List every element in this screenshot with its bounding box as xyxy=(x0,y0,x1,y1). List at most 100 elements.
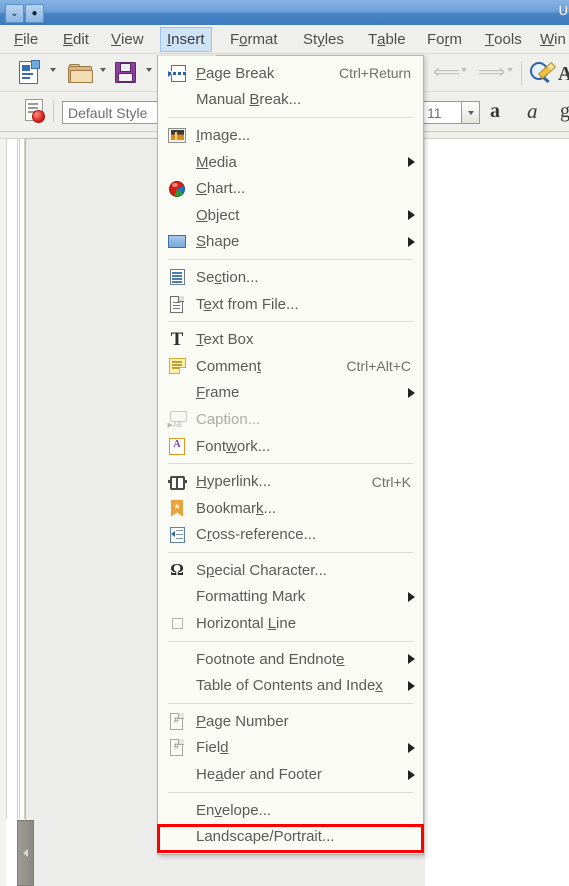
scroll-arrow-icon xyxy=(23,849,28,857)
redo-dropdown-arrow[interactable] xyxy=(507,68,513,72)
menu-item-label: Text from File... xyxy=(196,295,299,313)
menu-item-hyperlink[interactable]: Hyperlink... Ctrl+K xyxy=(158,468,423,495)
menu-item-label: Page Break xyxy=(196,64,275,82)
submenu-arrow-icon xyxy=(408,157,415,168)
menu-item-formatting-mark[interactable]: Formatting Mark xyxy=(158,584,423,611)
submenu-arrow-icon xyxy=(408,236,415,247)
submenu-arrow-icon xyxy=(408,210,415,221)
menu-item-shape[interactable]: Shape xyxy=(158,229,423,256)
menu-item-label: Landscape/Portrait... xyxy=(196,828,335,846)
menu-item-tools[interactable]: Tools xyxy=(479,27,528,52)
vertical-ruler[interactable] xyxy=(6,139,18,819)
chevron-down-icon xyxy=(467,110,474,115)
folder-open-icon xyxy=(68,63,93,83)
menu-item-shortcut: Ctrl+K xyxy=(371,473,411,490)
vertical-scrollbar-thumb[interactable] xyxy=(17,820,34,886)
window-title-bar: ⌄ ● U xyxy=(0,0,569,25)
save-button[interactable] xyxy=(115,62,136,83)
fontwork-icon: A xyxy=(158,437,196,455)
menu-item-text-from-file[interactable]: Text from File... xyxy=(158,291,423,318)
menu-item-label: Footnote and Endnote xyxy=(196,650,345,668)
new-button[interactable] xyxy=(18,60,40,84)
menu-item-horizontal-line[interactable]: Horizontal Line xyxy=(158,610,423,637)
paragraph-style-value: Default Style xyxy=(68,104,148,121)
floppy-disk-icon xyxy=(115,62,136,83)
menu-item-object[interactable]: Object xyxy=(158,202,423,229)
menu-item-label: Shape xyxy=(196,233,240,251)
menu-item-label: Chart... xyxy=(196,180,246,198)
new-document-icon xyxy=(18,60,40,84)
open-dropdown-arrow[interactable] xyxy=(100,68,106,72)
save-dropdown-arrow[interactable] xyxy=(146,68,152,72)
menu-item-label: Page Number xyxy=(196,712,289,730)
spelling-button[interactable]: A xyxy=(558,63,569,85)
font-size-input[interactable]: 11 xyxy=(422,101,462,124)
menu-item-label: Text Box xyxy=(196,331,254,349)
menu-item-footnote-and-endnote[interactable]: Footnote and Endnote xyxy=(158,646,423,673)
menu-item-landscape-portrait[interactable]: Landscape/Portrait... xyxy=(158,823,423,850)
menu-item-chart[interactable]: Chart... xyxy=(158,175,423,202)
find-replace-button[interactable] xyxy=(530,61,557,85)
page-break-icon xyxy=(158,64,196,82)
menu-separator xyxy=(168,259,413,261)
menu-item-table[interactable]: Ta ble xyxy=(362,27,412,52)
menu-item-table-of-contents-and-index[interactable]: Table of Contents and Index xyxy=(158,672,423,699)
chevron-down-icon xyxy=(461,68,467,72)
menu-item-envelope[interactable]: Envelope... xyxy=(158,797,423,824)
paragraph-style-input[interactable]: Default Style xyxy=(62,101,167,124)
menu-item-label: Media xyxy=(196,153,237,171)
insert-menu-dropdown[interactable]: Page Break Ctrl+Return Manual Break... I… xyxy=(157,55,424,856)
chart-icon xyxy=(158,180,196,197)
menu-item-field[interactable]: # Field xyxy=(158,735,423,762)
menu-item-media[interactable]: Media xyxy=(158,149,423,176)
menu-item-section[interactable]: Section... xyxy=(158,264,423,291)
menu-item-window[interactable]: Win xyxy=(534,27,569,52)
redo-arrow-icon: ⟹ xyxy=(478,62,506,83)
set-paragraph-style-button[interactable] xyxy=(24,99,45,123)
menu-separator xyxy=(168,117,413,119)
menu-item-view[interactable]: View xyxy=(105,27,150,52)
find-replace-icon xyxy=(530,61,557,85)
menu-item-bookmark[interactable]: ★ Bookmark... xyxy=(158,495,423,522)
vertical-ruler-secondary[interactable] xyxy=(19,139,25,819)
menu-item-insert[interactable]: Insert xyxy=(160,27,212,52)
menu-item-text-box[interactable]: T Text Box xyxy=(158,326,423,353)
menu-item-form[interactable]: Fo r m xyxy=(421,27,468,52)
open-button[interactable] xyxy=(68,63,93,83)
menu-item-frame[interactable]: Frame xyxy=(158,380,423,407)
menu-item-image[interactable]: Image... xyxy=(158,122,423,149)
italic-button[interactable]: a xyxy=(527,100,538,122)
undo-arrow-icon: ⟸ xyxy=(433,62,461,83)
menu-item-format[interactable]: Fo rmat xyxy=(224,27,284,52)
menu-item-styles[interactable]: St y les xyxy=(297,27,350,52)
menu-separator xyxy=(168,463,413,465)
menu-item-cross-reference[interactable]: Cross-reference... xyxy=(158,522,423,549)
comment-icon xyxy=(158,358,196,375)
menu-separator xyxy=(168,552,413,554)
font-size-dropdown-arrow[interactable] xyxy=(462,101,480,124)
shape-icon xyxy=(158,235,196,249)
menu-item-comment[interactable]: Comment Ctrl+Alt+C xyxy=(158,353,423,380)
menu-item-edit[interactable]: Edit xyxy=(57,27,95,52)
submenu-arrow-icon xyxy=(408,769,415,780)
menu-separator xyxy=(168,703,413,705)
undo-button[interactable]: ⟸ xyxy=(433,62,461,83)
menu-item-manual-break[interactable]: Manual Break... xyxy=(158,87,423,114)
menu-item-label: Special Character... xyxy=(196,561,327,579)
new-dropdown-arrow[interactable] xyxy=(50,68,56,72)
chevron-down-icon xyxy=(50,68,56,72)
text-box-icon: T xyxy=(170,328,184,350)
menu-item-label: Formatting Mark xyxy=(196,588,306,606)
underline-button[interactable]: g xyxy=(560,100,569,122)
menu-item-header-and-footer[interactable]: Header and Footer xyxy=(158,761,423,788)
menu-item-special-character[interactable]: Ω Special Character... xyxy=(158,557,423,584)
menu-item-label: Image... xyxy=(196,126,251,144)
menu-item-page-break[interactable]: Page Break Ctrl+Return xyxy=(158,60,423,87)
undo-dropdown-arrow[interactable] xyxy=(461,68,467,72)
redo-button[interactable]: ⟹ xyxy=(478,62,506,83)
menu-item-page-number[interactable]: # Page Number xyxy=(158,708,423,735)
bold-button[interactable]: a xyxy=(490,100,500,122)
menu-item-caption: ▶AB Caption... xyxy=(158,406,423,433)
menu-item-fontwork[interactable]: A Fontwork... xyxy=(158,433,423,460)
menu-item-file[interactable]: File xyxy=(8,27,44,52)
